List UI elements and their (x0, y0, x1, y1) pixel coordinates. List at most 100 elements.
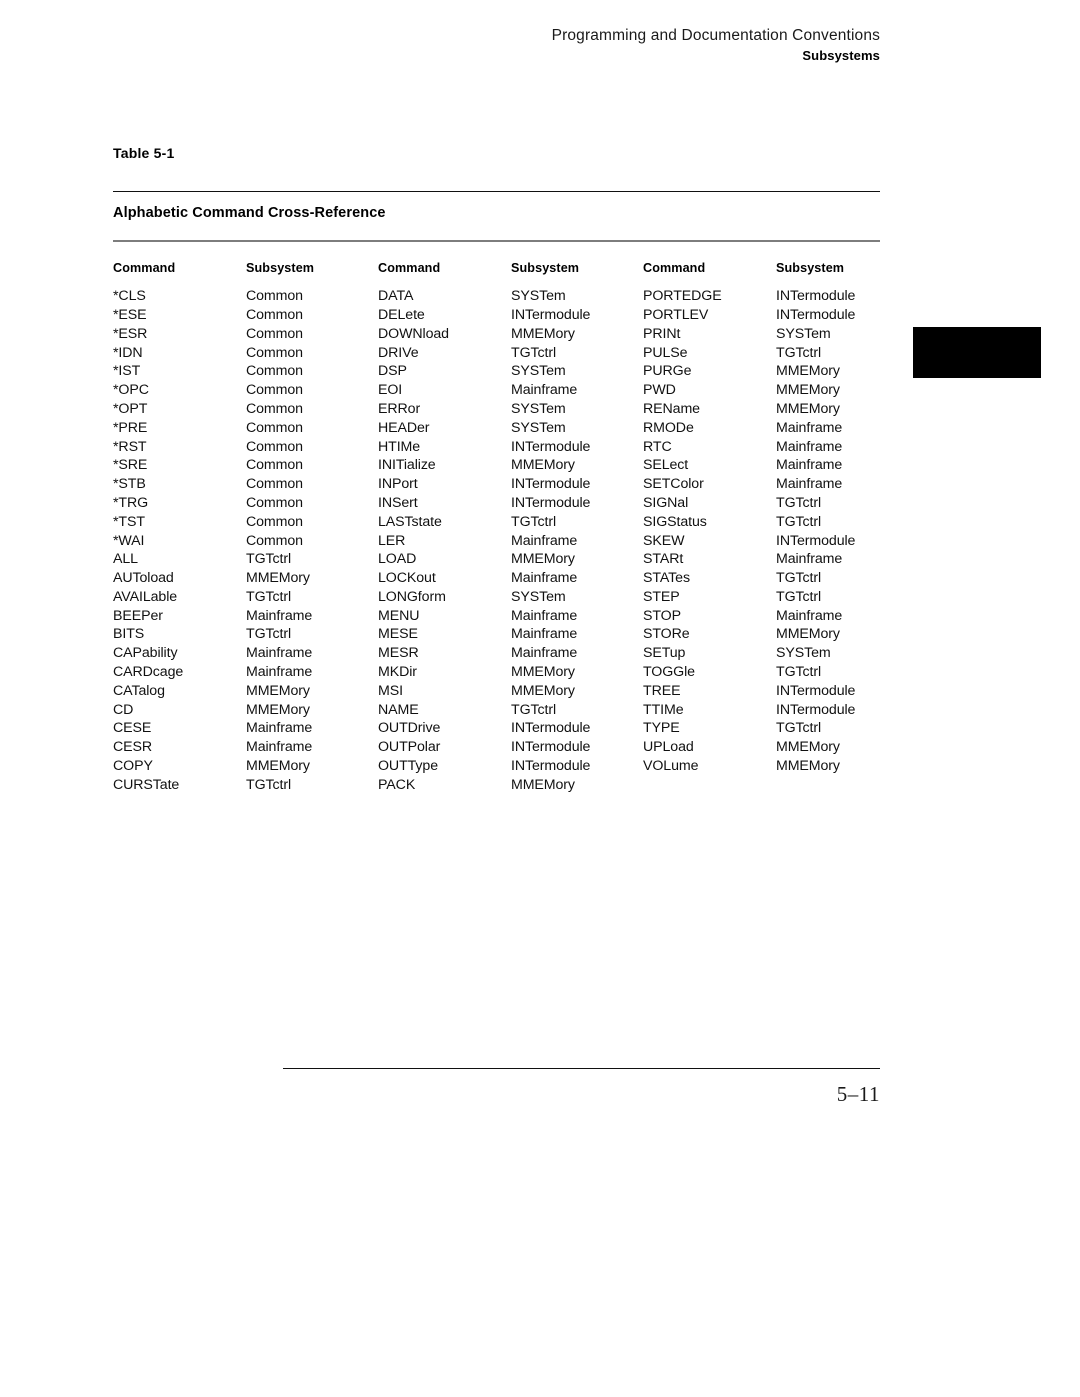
cell-subsystem: TGTctrl (776, 513, 822, 530)
cell-subsystem: TGTctrl (511, 344, 557, 361)
command-cross-reference-table: Command Subsystem Command Subsystem Comm… (113, 261, 880, 795)
cell-command: *WAI (113, 532, 145, 549)
cell-command: DELete (378, 306, 425, 323)
column-header-command-2: Command (378, 261, 441, 276)
cell-command: CESR (113, 739, 153, 756)
cell-command: VOLume (643, 758, 699, 775)
cell-command: DOWNload (378, 325, 449, 342)
table-row: *IDN Common DRIVe TGTctrl PULSe TGTctrl (113, 344, 880, 363)
cell-command: SIGNal (643, 494, 689, 511)
cell-subsystem: TGTctrl (246, 551, 292, 568)
table-row: *ESE Common DELete INTermodule PORTLEV INTerm… (113, 306, 880, 325)
cell-subsystem: Common (246, 513, 303, 530)
cell-command: ERRor (378, 400, 421, 417)
cell-command: *OPC (113, 382, 149, 399)
cell-subsystem: Mainframe (776, 419, 843, 436)
cell-subsystem: INTermodule (511, 739, 591, 756)
cell-subsystem: Mainframe (776, 607, 843, 624)
cell-subsystem: TGTctrl (511, 513, 557, 530)
cell-subsystem: INTermodule (776, 682, 856, 699)
cell-command: MESE (378, 626, 418, 643)
cell-command: *IDN (113, 344, 143, 361)
cell-command: *TST (113, 513, 145, 530)
cell-command: PORTLEV (643, 306, 709, 323)
cell-subsystem: INTermodule (776, 701, 856, 718)
cell-command: OUTPolar (378, 739, 441, 756)
cell-subsystem: MMEMory (246, 701, 310, 718)
table-row: *ESR Common DOWNload MMEMory PRINt SYSTem (113, 325, 880, 344)
cell-subsystem: Mainframe (246, 645, 313, 662)
cell-subsystem: INTermodule (511, 438, 591, 455)
cell-command: CAPability (113, 645, 178, 662)
table-row: CATalog MMEMory MSI MMEMory TREE INTermodule (113, 682, 880, 701)
table-row: COPY MMEMory OUTType INTermodule VOLume MMEMo… (113, 757, 880, 776)
table-row: *OPT Common ERRor SYSTem REName MMEMory (113, 400, 880, 419)
cell-subsystem: TGTctrl (776, 664, 822, 681)
cell-subsystem: SYSTem (511, 363, 566, 380)
cell-command: STOP (643, 607, 681, 624)
cell-command: MESR (378, 645, 419, 662)
cell-command: *RST (113, 438, 147, 455)
cell-subsystem: Mainframe (511, 645, 578, 662)
cell-command: PULSe (643, 344, 688, 361)
cell-command: HTIMe (378, 438, 421, 455)
footer-rule (283, 1068, 880, 1069)
cell-subsystem: Common (246, 400, 303, 417)
cell-command: RMODe (643, 419, 694, 436)
table-row: BEEPer Mainframe MENU Mainframe STOP Mainfram… (113, 607, 880, 626)
cell-command: BITS (113, 626, 145, 643)
cell-command: LOCKout (378, 570, 436, 587)
cell-subsystem: TGTctrl (511, 701, 557, 718)
cell-subsystem: Mainframe (776, 438, 843, 455)
table-row: AUToload MMEMory LOCKout Mainframe STATes TGT… (113, 569, 880, 588)
cell-subsystem: MMEMory (776, 626, 840, 643)
cell-command: NAME (378, 701, 419, 718)
cell-command: AUToload (113, 570, 174, 587)
cell-command: MENU (378, 607, 420, 624)
cell-subsystem: SYSTem (776, 645, 831, 662)
table-rule-bottom (113, 240, 880, 243)
cell-subsystem: Mainframe (511, 607, 578, 624)
cell-command: HEADer (378, 419, 430, 436)
cell-subsystem: TGTctrl (776, 494, 822, 511)
cell-subsystem: Common (246, 344, 303, 361)
cell-command: UPLoad (643, 739, 694, 756)
cell-command: ALL (113, 551, 138, 568)
cell-command: SELect (643, 457, 689, 474)
cell-subsystem: Common (246, 363, 303, 380)
cell-subsystem (776, 776, 880, 795)
cell-subsystem: SYSTem (511, 588, 566, 605)
cell-command: LASTstate (378, 513, 442, 530)
cell-command: INPort (378, 476, 418, 493)
cell-subsystem: TGTctrl (246, 776, 292, 793)
cell-subsystem: MMEMory (776, 363, 840, 380)
cell-subsystem: MMEMory (511, 551, 575, 568)
cell-command: PORTEDGE (643, 288, 722, 305)
cell-subsystem: MMEMory (246, 758, 310, 775)
thumb-tab-marker (913, 327, 1041, 378)
cell-command: LONGform (378, 588, 446, 605)
cell-command: SETup (643, 645, 686, 662)
cell-command: *CLS (113, 288, 146, 305)
cell-subsystem: SYSTem (511, 419, 566, 436)
page-number: 5–11 (836, 1082, 880, 1106)
table-row: *STB Common INPort INTermodule SETColor Mainf… (113, 475, 880, 494)
cell-subsystem: INTermodule (511, 758, 591, 775)
table-row: *TRG Common INSert INTermodule SIGNal TGTctrl (113, 494, 880, 513)
cell-subsystem: SYSTem (511, 400, 566, 417)
cell-command: CURSTate (113, 776, 180, 793)
table-row: *WAI Common LER Mainframe SKEW INTermodule (113, 532, 880, 551)
table-title: Alphabetic Command Cross-Reference (113, 205, 386, 222)
cell-subsystem: TGTctrl (776, 720, 822, 737)
cell-command: *PRE (113, 419, 148, 436)
cell-subsystem: Mainframe (246, 720, 313, 737)
column-header-subsystem-3: Subsystem (776, 261, 845, 276)
cell-subsystem: TGTctrl (776, 588, 822, 605)
cell-command: CARDcage (113, 664, 184, 681)
column-header-command-1: Command (113, 261, 176, 276)
column-header-subsystem-1: Subsystem (246, 261, 315, 276)
cell-subsystem: INTermodule (511, 494, 591, 511)
table-row: CESR Mainframe OUTPolar INTermodule UPLoad MM… (113, 738, 880, 757)
cell-command: SIGStatus (643, 513, 707, 530)
cell-subsystem: TGTctrl (246, 626, 292, 643)
